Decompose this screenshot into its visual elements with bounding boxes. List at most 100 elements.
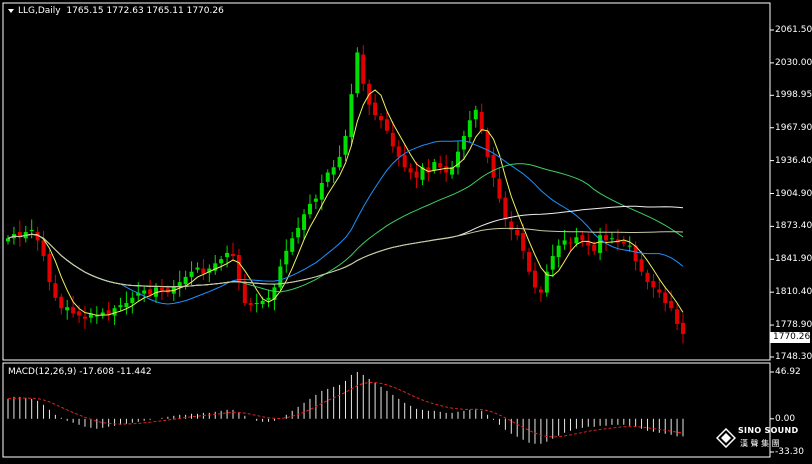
chart-window[interactable]: LLG,Daily 1765.15 1772.63 1765.11 1770.2… xyxy=(0,0,812,460)
candle-body xyxy=(195,267,200,270)
candle-body xyxy=(254,303,259,305)
candle-body xyxy=(562,240,567,245)
candle-body xyxy=(319,182,324,200)
macd-axis-label: 0.00 xyxy=(775,413,796,424)
price-axis-label: 2030.00 xyxy=(775,57,812,68)
candle-body xyxy=(657,289,662,293)
candle-body xyxy=(414,171,419,178)
candle-body xyxy=(491,154,496,178)
price-axis-label: 2061.50 xyxy=(775,25,812,35)
candle-body xyxy=(604,235,609,241)
chart-canvas[interactable] xyxy=(0,0,812,460)
candle-body xyxy=(402,154,407,168)
ma-20-line xyxy=(7,140,684,305)
candle-body xyxy=(183,276,188,285)
candle-body xyxy=(432,162,437,171)
candle-body xyxy=(65,307,70,311)
candle-body xyxy=(248,303,253,306)
candle-body xyxy=(390,132,395,147)
ma-70-line xyxy=(7,205,684,288)
candle-body xyxy=(41,240,46,257)
candle-body xyxy=(159,287,164,291)
logo-text-en: SINO SOUND xyxy=(738,426,799,435)
candle-body xyxy=(461,135,466,150)
candle-body xyxy=(325,172,330,182)
candle-body xyxy=(313,198,318,202)
candle-body xyxy=(59,296,64,309)
dropdown-triangle-icon[interactable] xyxy=(8,8,14,13)
candle-body xyxy=(485,130,490,157)
candle-body xyxy=(538,289,543,293)
candle-body xyxy=(177,282,182,287)
candle-body xyxy=(71,307,76,314)
candle-body xyxy=(307,203,312,215)
price-pane-border xyxy=(2,2,771,361)
candle-body xyxy=(527,251,532,272)
candle-body xyxy=(106,310,111,315)
candle-body xyxy=(219,259,224,264)
candle-body xyxy=(302,214,307,230)
candle-body xyxy=(669,300,674,309)
candle-body xyxy=(290,238,295,252)
candle-body xyxy=(47,253,52,283)
candle-body xyxy=(645,272,650,283)
diamond-logo-icon xyxy=(716,428,736,448)
candle-body xyxy=(556,245,561,258)
candle-body xyxy=(29,229,34,231)
price-axis-label: 1748.30 xyxy=(775,352,812,362)
candle-body xyxy=(479,111,484,131)
candle-body xyxy=(675,309,680,324)
current-price-tag: 1770.26 xyxy=(770,332,810,343)
price-axis-label: 1967.90 xyxy=(775,122,812,133)
candle-body xyxy=(331,167,336,175)
candle-body xyxy=(242,284,247,304)
symbol-timeframe: LLG,Daily xyxy=(18,6,61,16)
candle-body xyxy=(77,311,82,316)
candle-body xyxy=(621,241,626,244)
candle-body xyxy=(361,54,366,84)
candle-body xyxy=(592,244,597,251)
sinosound-logo: SINO SOUND 漢 聲 集 團 xyxy=(716,424,808,456)
candle-body xyxy=(444,166,449,173)
logo-text-cn: 漢 聲 集 團 xyxy=(740,439,780,448)
candle-body xyxy=(355,52,360,94)
candle-body xyxy=(337,156,342,168)
candle-body xyxy=(260,300,265,305)
candle-body xyxy=(503,197,508,220)
price-axis-label: 1810.40 xyxy=(775,287,812,298)
candle-body xyxy=(639,259,644,272)
candle-body xyxy=(148,289,153,295)
header-ohlc: LLG,Daily 1765.15 1772.63 1765.11 1770.2… xyxy=(8,6,224,17)
candle-body xyxy=(568,242,573,244)
candle-body xyxy=(343,135,348,155)
candle-body xyxy=(574,237,579,244)
candle-body xyxy=(627,245,632,247)
candle-body xyxy=(349,94,354,138)
candle-body xyxy=(497,178,502,199)
candle-body xyxy=(124,303,129,308)
candle-body xyxy=(515,229,520,236)
price-axis-label: 1998.95 xyxy=(775,90,812,101)
candle-body xyxy=(663,292,668,304)
candle-body xyxy=(580,235,585,241)
candle-body xyxy=(651,281,656,288)
candle-body xyxy=(142,290,147,294)
candle-body xyxy=(473,109,478,120)
candle-body xyxy=(118,305,123,308)
price-axis-label: 1904.90 xyxy=(775,188,812,199)
candle-body xyxy=(201,268,206,274)
candle-body xyxy=(236,254,241,283)
candle-body xyxy=(112,308,117,316)
candle-body xyxy=(130,297,135,304)
candle-body xyxy=(408,168,413,173)
candle-body xyxy=(609,238,614,240)
ohlc-values: 1765.15 1772.63 1765.11 1770.26 xyxy=(66,6,224,16)
candle-body xyxy=(225,252,230,258)
ma-40-line xyxy=(7,163,684,293)
price-axis-label: 1778.90 xyxy=(775,320,812,331)
macd-label: MACD(12,26,9) -17.608 -11.442 xyxy=(8,367,152,377)
candle-body xyxy=(550,256,555,270)
candle-body xyxy=(266,297,271,300)
candle-body xyxy=(373,102,378,116)
candle-body xyxy=(379,116,384,121)
